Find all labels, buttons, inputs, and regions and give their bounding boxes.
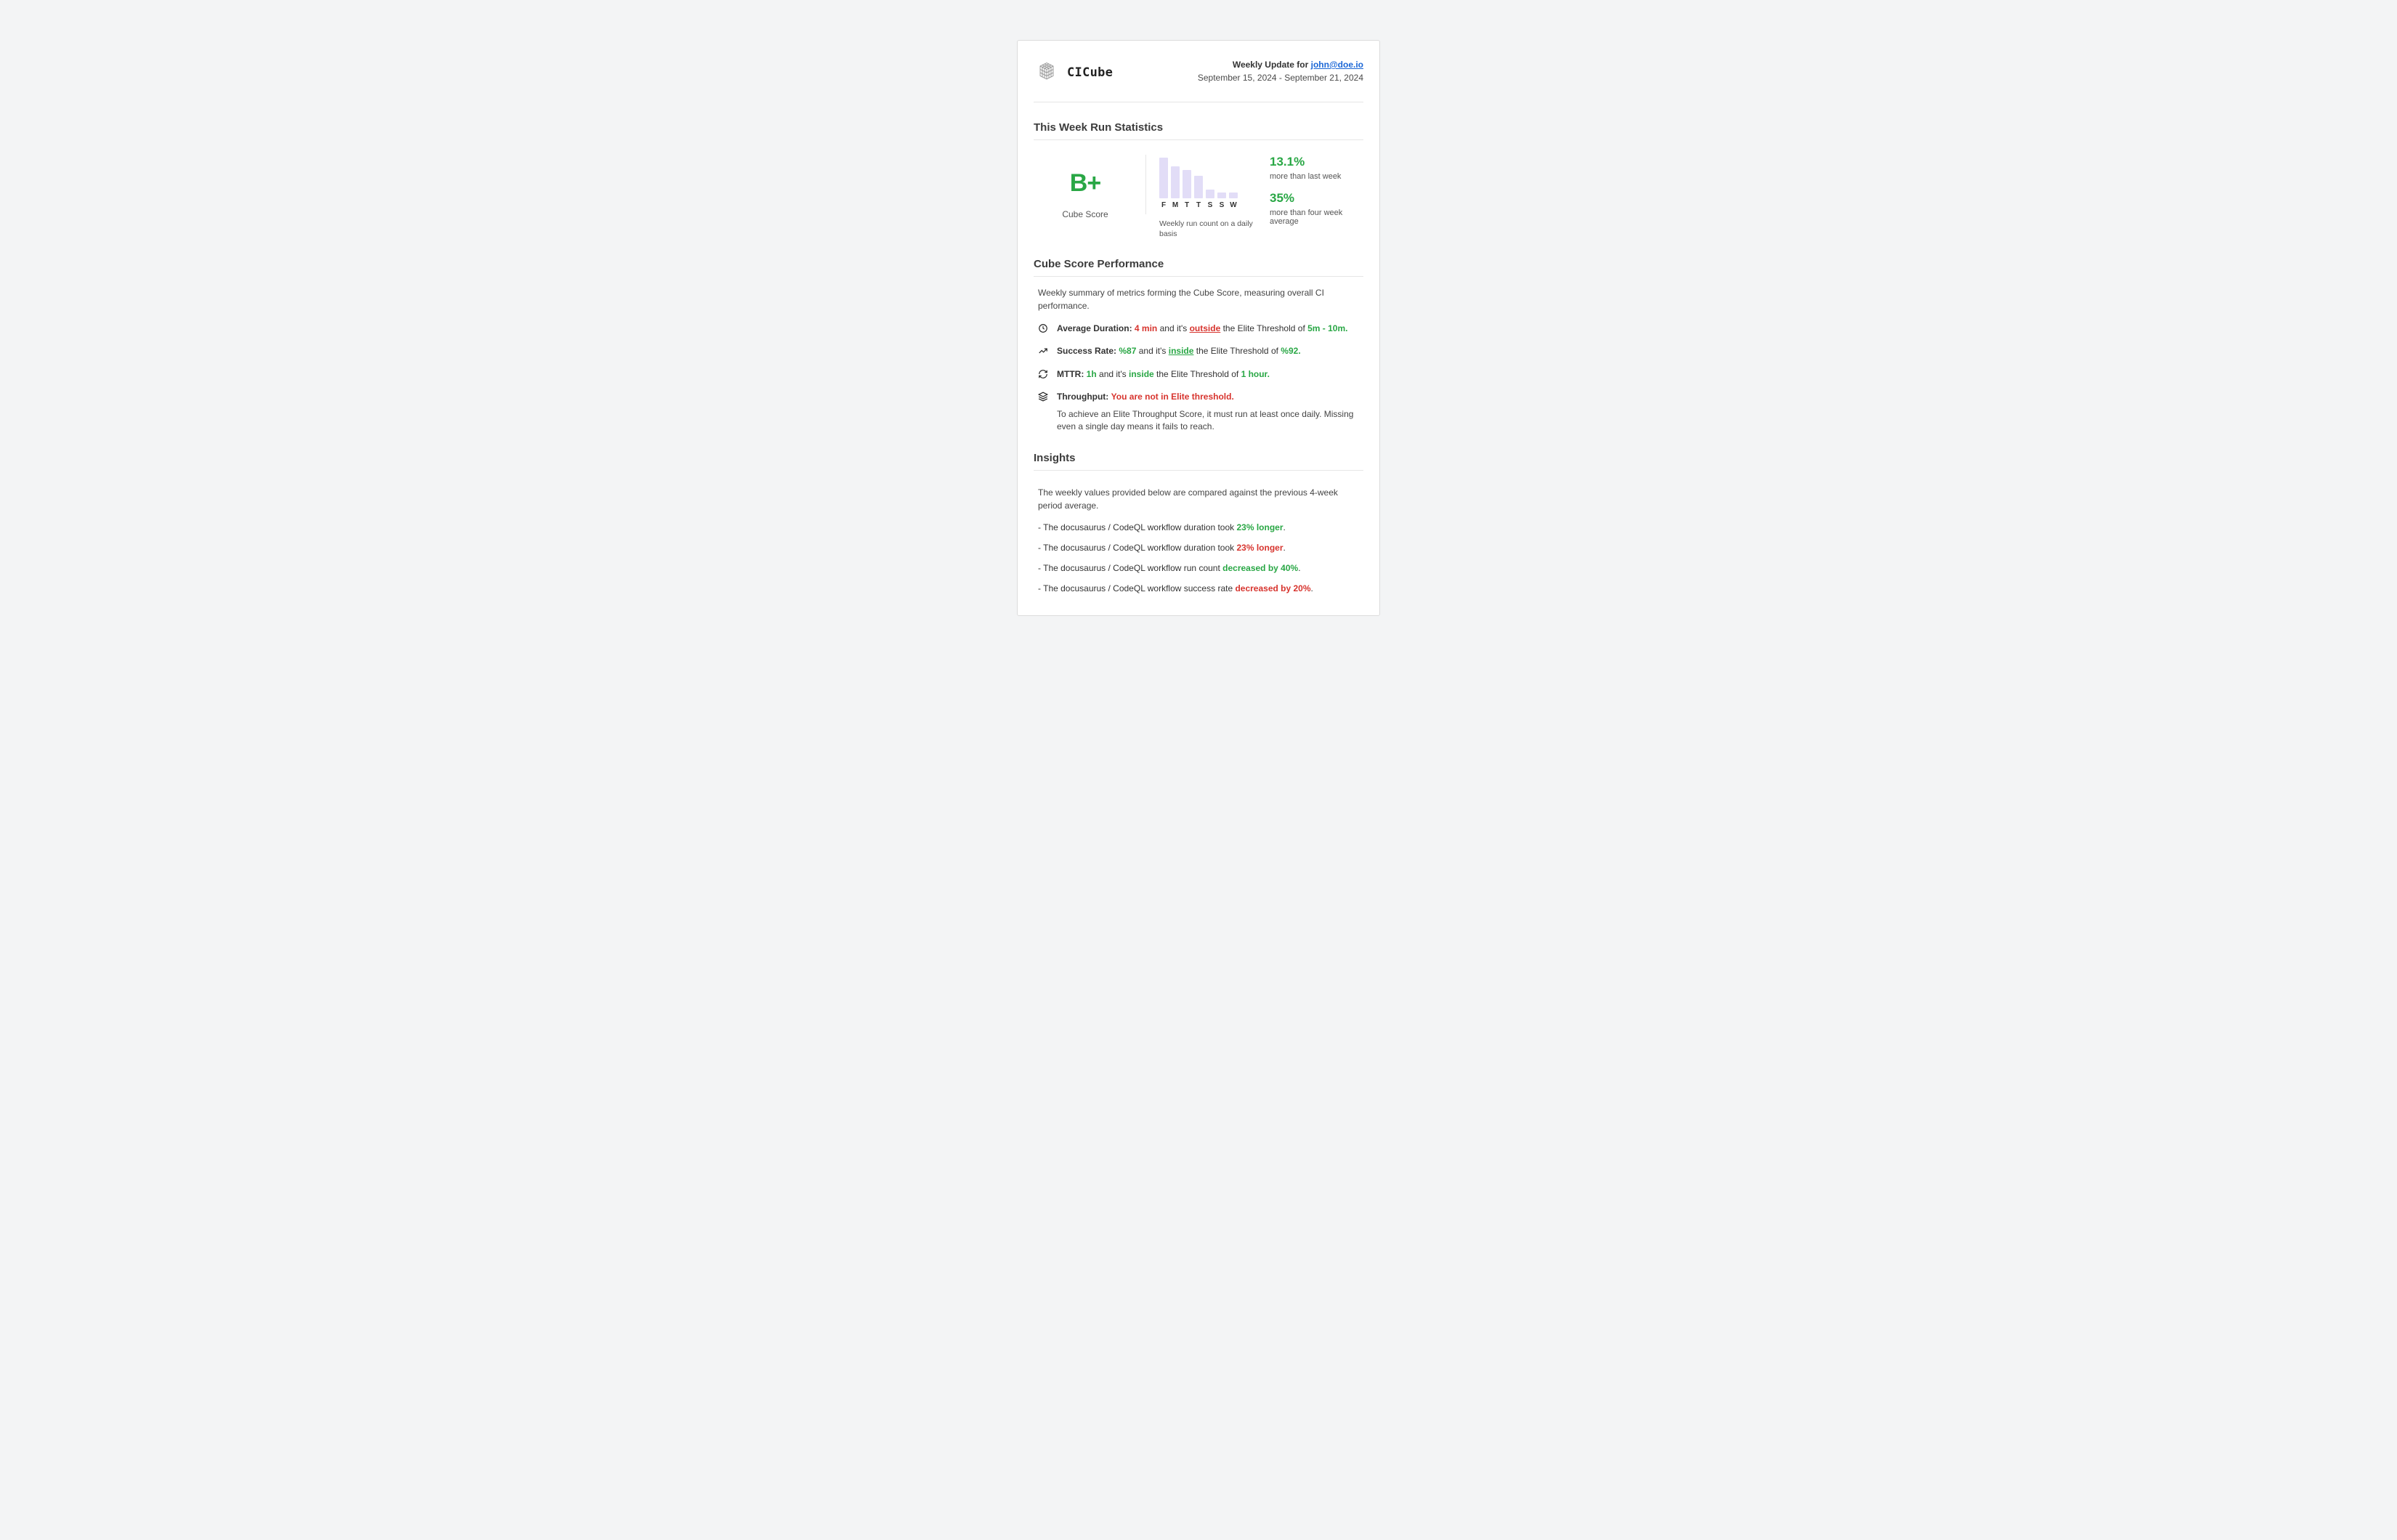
bar-label: T [1194, 201, 1203, 209]
bar [1217, 192, 1226, 198]
header-right: Weekly Update for john@doe.io September … [1198, 60, 1363, 83]
insights-intro: The weekly values provided below are com… [1034, 487, 1363, 512]
perf-tail: the Elite Threshold of [1154, 369, 1241, 379]
perf-label: Throughput: [1057, 392, 1108, 402]
bar [1206, 190, 1214, 198]
delta-week-label: more than last week [1270, 172, 1363, 181]
perf-label: Success Rate: [1057, 346, 1116, 356]
insight-line: - The docusaurus / CodeQL workflow durat… [1034, 543, 1363, 553]
bar [1229, 192, 1238, 198]
bar-label: S [1206, 201, 1214, 209]
brand: CICube [1034, 60, 1113, 86]
insight-line: - The docusaurus / CodeQL workflow run c… [1034, 563, 1363, 573]
date-range: September 15, 2024 - September 21, 2024 [1198, 73, 1363, 83]
perf-mid: and it's [1157, 323, 1189, 333]
insight-delta: 23% longer [1236, 543, 1283, 553]
insight-prefix: - The docusaurus / CodeQL workflow durat… [1038, 543, 1236, 553]
brand-name: CICube [1067, 65, 1113, 80]
weekly-prefix: Weekly Update for [1233, 60, 1311, 70]
perf-status: inside [1169, 346, 1194, 356]
layers-icon [1038, 392, 1048, 402]
perf-intro: Weekly summary of metrics forming the Cu… [1034, 287, 1363, 312]
cube-score-label: Cube Score [1034, 209, 1137, 219]
clock-icon [1038, 323, 1048, 333]
perf-tail: the Elite Threshold of [1193, 346, 1281, 356]
bar-chart [1159, 156, 1261, 198]
bar-label: M [1171, 201, 1180, 209]
insight-suffix: . [1298, 563, 1300, 573]
insight-delta: decreased by 20% [1235, 583, 1310, 593]
bar-label: F [1159, 201, 1168, 209]
delta-week-percent: 13.1% [1270, 155, 1363, 169]
vertical-divider [1145, 155, 1146, 214]
section-title-insights: Insights [1034, 452, 1363, 471]
bar [1159, 158, 1168, 198]
perf-status: inside [1129, 369, 1154, 379]
deltas-column: 13.1% more than last week 35% more than … [1270, 153, 1363, 236]
cube-score-column: B+ Cube Score [1034, 153, 1137, 219]
perf-success-rate: Success Rate: %87 and it's inside the El… [1034, 345, 1363, 357]
perf-mid: and it's [1097, 369, 1129, 379]
insight-delta: 23% longer [1236, 522, 1283, 532]
section-title-stats: This Week Run Statistics [1034, 121, 1363, 140]
perf-mttr: MTTR: 1h and it's inside the Elite Thres… [1034, 368, 1363, 381]
insight-suffix: . [1283, 543, 1286, 553]
insight-prefix: - The docusaurus / CodeQL workflow succe… [1038, 583, 1235, 593]
perf-label: MTTR: [1057, 369, 1084, 379]
header: CICube Weekly Update for john@doe.io Sep… [1034, 60, 1363, 102]
bar-label: W [1229, 201, 1238, 209]
perf-label: Average Duration: [1057, 323, 1132, 333]
email-card: CICube Weekly Update for john@doe.io Sep… [1017, 40, 1380, 616]
weekly-run-chart: FMTTSSW Weekly run count on a daily basi… [1155, 153, 1261, 239]
insight-line: - The docusaurus / CodeQL workflow durat… [1034, 522, 1363, 532]
insights-list: - The docusaurus / CodeQL workflow durat… [1034, 522, 1363, 593]
chart-caption: Weekly run count on a daily basis [1159, 219, 1254, 239]
weekly-update-for: Weekly Update for john@doe.io [1198, 60, 1363, 70]
delta-4w-label: more than four week average [1270, 208, 1363, 226]
cube-score-grade: B+ [1034, 169, 1137, 198]
bar [1171, 166, 1180, 198]
perf-value: 1h [1087, 369, 1097, 379]
trend-up-icon [1038, 346, 1048, 356]
bar-label: T [1183, 201, 1191, 209]
perf-threshold: 1 hour. [1241, 369, 1270, 379]
perf-status: You are not in Elite threshold. [1111, 392, 1234, 402]
insight-line: - The docusaurus / CodeQL workflow succe… [1034, 583, 1363, 593]
cube-icon [1034, 60, 1060, 86]
section-title-perf: Cube Score Performance [1034, 258, 1363, 277]
delta-4w-percent: 35% [1270, 191, 1363, 206]
insight-suffix: . [1283, 522, 1286, 532]
perf-value: 4 min [1135, 323, 1157, 333]
perf-mid: and it's [1136, 346, 1168, 356]
perf-tail: the Elite Threshold of [1220, 323, 1307, 333]
perf-value: %87 [1119, 346, 1136, 356]
stats-row: B+ Cube Score FMTTSSW Weekly run count o… [1034, 153, 1363, 239]
perf-throughput-note: To achieve an Elite Throughput Score, it… [1034, 408, 1363, 434]
insight-prefix: - The docusaurus / CodeQL workflow run c… [1038, 563, 1222, 573]
insight-suffix: . [1311, 583, 1313, 593]
bar-chart-labels: FMTTSSW [1159, 201, 1261, 209]
bar [1194, 176, 1203, 198]
perf-threshold: %92. [1281, 346, 1300, 356]
bar-label: S [1217, 201, 1226, 209]
recipient-email-link[interactable]: john@doe.io [1311, 60, 1363, 70]
insight-delta: decreased by 40% [1222, 563, 1298, 573]
refresh-icon [1038, 369, 1048, 379]
perf-threshold: 5m - 10m. [1307, 323, 1347, 333]
perf-avg-duration: Average Duration: 4 min and it's outside… [1034, 323, 1363, 335]
insight-prefix: - The docusaurus / CodeQL workflow durat… [1038, 522, 1236, 532]
perf-status: outside [1190, 323, 1221, 333]
perf-throughput: Throughput: You are not in Elite thresho… [1034, 391, 1363, 403]
bar [1183, 170, 1191, 198]
